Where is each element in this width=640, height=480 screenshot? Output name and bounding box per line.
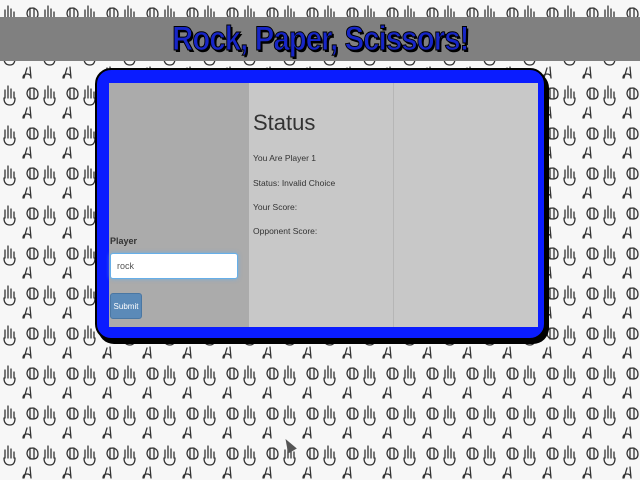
player-form-column: Player Submit	[109, 83, 249, 327]
game-panel: Player Submit Status You Are Player 1 St…	[109, 83, 538, 327]
page-title: Rock, Paper, Scissors!	[171, 19, 469, 58]
status-column: Status You Are Player 1 Status: Invalid …	[249, 83, 393, 327]
player-label: Player	[110, 236, 138, 246]
mouse-cursor-icon	[281, 436, 297, 454]
player-number-text: You Are Player 1	[253, 153, 317, 163]
game-panel-frame: Player Submit Status You Are Player 1 St…	[95, 68, 546, 340]
status-heading: Status	[253, 110, 316, 135]
opponent-score-text: Opponent Score:	[253, 226, 318, 236]
your-score-text: Your Score:	[253, 202, 298, 212]
title-bar: Rock, Paper, Scissors!	[0, 17, 640, 61]
status-text: Status: Invalid Choice	[253, 178, 336, 188]
player-input[interactable]	[110, 253, 238, 279]
submit-button[interactable]: Submit	[110, 293, 142, 319]
right-column	[393, 83, 538, 327]
